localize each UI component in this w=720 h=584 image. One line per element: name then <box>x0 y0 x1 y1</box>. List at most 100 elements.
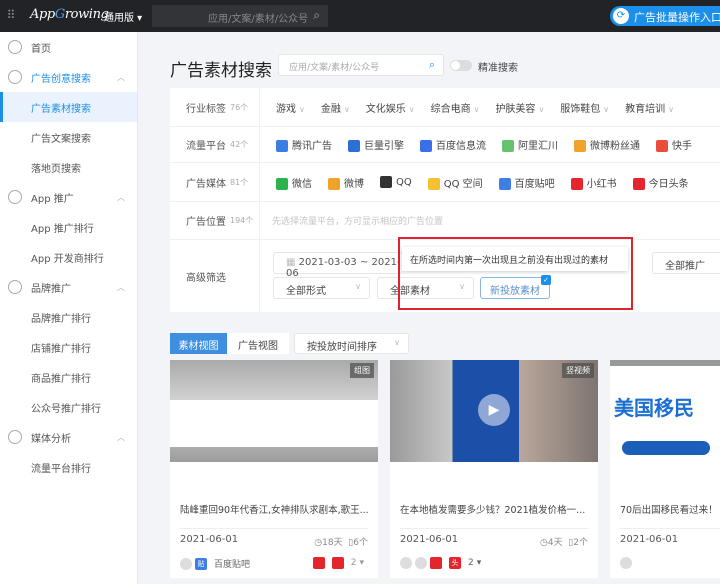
industry-row: 行业标签 76个 游戏 ∨ 金融 ∨ 文化娱乐 ∨ 综合电商 ∨ 护肤美容 ∨ 服饰鞋包 ∨ 教育培训 ∨ <box>170 88 720 127</box>
media-option[interactable]: 微博 <box>328 175 364 190</box>
platform-option[interactable]: 阿里汇川 <box>502 137 558 152</box>
material-thumbnail[interactable]: 组图 <box>170 360 378 462</box>
calendar-icon: ▦ <box>286 257 296 268</box>
option-label: 服饰鞋包 <box>560 103 601 115</box>
sidebar-item[interactable]: 店铺推广排行 <box>0 332 137 362</box>
material-card[interactable]: 美国移民 70后出国移民看过来！ 2021-06-01 <box>610 360 720 578</box>
sidebar-item-label: App 开发商排行 <box>31 253 104 265</box>
sidebar-item[interactable]: 公众号推广排行 <box>0 392 137 422</box>
option-label: 微博 <box>344 178 364 190</box>
chevron-down-icon: ∨ <box>299 104 305 114</box>
batch-label: 广告批量操作入口 <box>634 11 720 24</box>
platform-option[interactable]: 巨量引擎 <box>348 137 404 152</box>
media-row: 广告媒体 81个 微信 微博 QQ QQ 空间 百度贴吧 小红书 今日头条 <box>170 163 720 202</box>
option-label: 腾讯广告 <box>292 141 332 152</box>
chevron-up-icon[interactable]: ︿ <box>117 432 125 443</box>
sidebar-item[interactable]: 广告创意搜索 ︿ <box>0 62 137 92</box>
card-title[interactable]: 在本地植发需要多少钱？2021植发价格一... <box>400 502 588 516</box>
more-count[interactable]: 2 <box>468 558 474 568</box>
industry-option[interactable]: 教育培训 ∨ <box>625 100 674 115</box>
industry-option[interactable]: 文化娱乐 ∨ <box>366 100 415 115</box>
promo-select[interactable]: 全部推广 <box>652 252 720 274</box>
option-label: 快手 <box>672 141 692 152</box>
sidebar-item[interactable]: 广告文案搜索 <box>0 122 137 152</box>
sidebar-item-label: 广告素材搜索 <box>31 103 91 115</box>
media-icon <box>312 557 325 569</box>
apps-grid-icon[interactable]: ⠿ <box>0 8 22 22</box>
days: 4天 <box>547 538 563 548</box>
media-option[interactable]: 百度贴吧 <box>498 175 555 190</box>
card-title[interactable]: 陆峰重回90年代香江,女神排队求剧本,歌王... <box>180 502 368 516</box>
material-card[interactable]: 竖视频 ▶ 在本地植发需要多少钱？2021植发价格一... 2021-06-01 … <box>390 360 598 578</box>
chevron-down-icon: ∨ <box>668 104 675 114</box>
option-label: 微信 <box>292 178 312 190</box>
sidebar-item[interactable]: App 开发商排行 <box>0 242 137 272</box>
media-icon <box>8 430 22 444</box>
batch-operation-button[interactable]: ⟳ 广告批量操作入口 <box>610 6 720 26</box>
sort-select[interactable]: 按投放时间排序 ∨ <box>294 333 409 354</box>
industry-option[interactable]: 金融 ∨ <box>321 100 350 115</box>
option-label: 百度信息流 <box>436 141 486 152</box>
card-title[interactable]: 70后出国移民看过来！ <box>620 502 720 516</box>
option-label: 今日头条 <box>648 178 689 190</box>
media-option[interactable]: 微信 <box>276 175 312 190</box>
novel-ad-image <box>170 400 378 447</box>
tab-material-view[interactable]: 素材视图 <box>170 333 227 354</box>
sidebar-item[interactable]: 落地页搜索 <box>0 152 137 182</box>
apple-icon <box>415 557 427 569</box>
option-label: 综合电商 <box>430 103 471 115</box>
material-card[interactable]: 组图 陆峰重回90年代香江,女神排队求剧本,歌王... 2021-06-01 ◷… <box>170 360 378 578</box>
search-icon[interactable]: ⌕ <box>429 58 435 72</box>
chevron-up-icon[interactable]: ︿ <box>117 192 125 203</box>
edition-dropdown[interactable]: 通用版 ▾ <box>104 9 142 24</box>
media-option[interactable]: 小红书 <box>570 175 617 190</box>
platform-logo-icon <box>656 140 668 152</box>
form-select[interactable]: 全部形式 ∨ <box>273 277 370 299</box>
material-search-input[interactable]: 应用/文案/素材/公众号 ⌕ <box>278 54 444 76</box>
chevron-up-icon[interactable]: ︿ <box>117 282 125 293</box>
sidebar-item[interactable]: 广告素材搜索 <box>0 92 137 122</box>
position-row: 广告位置 194个 先选择流量平台，方可显示相应的广告位置 <box>170 202 720 240</box>
material-thumbnail[interactable]: 竖视频 ▶ <box>390 360 598 462</box>
label-text: 广告媒体 <box>186 178 226 190</box>
tab-ad-view[interactable]: 广告视图 <box>227 333 289 354</box>
search-icon[interactable]: ⌕ <box>313 8 320 23</box>
platform-option[interactable]: 腾讯广告 <box>276 137 332 152</box>
sidebar-item[interactable]: 首页 <box>0 32 137 62</box>
sidebar-item[interactable]: 流量平台排行 <box>0 452 137 482</box>
media-name: 百度贴吧 <box>214 560 251 570</box>
more-count[interactable]: 2 <box>351 558 357 568</box>
label-text: 流量平台 <box>186 141 226 152</box>
material-thumbnail[interactable]: 美国移民 <box>610 360 720 462</box>
option-label: 游戏 <box>276 103 296 115</box>
media-option[interactable]: 今日头条 <box>632 175 689 190</box>
platform-option[interactable]: 百度信息流 <box>420 137 486 152</box>
type-badge: 竖视频 <box>562 363 594 378</box>
date-range-picker[interactable]: ▦ 2021-03-03 ~ 2021-06 <box>273 252 403 279</box>
media-logo-icon <box>328 177 340 190</box>
precise-search-toggle[interactable] <box>450 60 472 71</box>
chevron-down-icon: ∨ <box>343 104 350 114</box>
platform-option[interactable]: 微博粉丝通 <box>574 137 640 152</box>
industry-option[interactable]: 服饰鞋包 ∨ <box>560 100 609 115</box>
industry-option[interactable]: 游戏 ∨ <box>276 100 305 115</box>
sidebar-item[interactable]: App 推广 ︿ <box>0 182 137 212</box>
industry-option[interactable]: 综合电商 ∨ <box>431 100 480 115</box>
industry-option[interactable]: 护肤美容 ∨ <box>495 100 544 115</box>
card-date: 2021-06-01 <box>400 534 459 545</box>
sidebar-item[interactable]: 商品推广排行 <box>0 362 137 392</box>
sidebar-item[interactable]: 品牌推广 ︿ <box>0 272 137 302</box>
sidebar-item[interactable]: 媒体分析 ︿ <box>0 422 137 452</box>
sidebar-item[interactable]: 品牌推广排行 <box>0 302 137 332</box>
media-logo-icon <box>632 177 645 190</box>
media-option[interactable]: QQ 空间 <box>427 175 483 190</box>
option-label: 阿里汇川 <box>518 141 558 152</box>
media-option[interactable]: QQ <box>380 176 412 188</box>
play-icon[interactable]: ▶ <box>478 394 510 426</box>
platform-option[interactable]: 快手 <box>656 137 692 152</box>
logo[interactable]: AppGrowing <box>30 7 109 22</box>
count: 6个 <box>353 538 368 548</box>
top-search-input[interactable]: 应用/文案/素材/公众号 ⌕ <box>152 5 328 27</box>
sidebar-item[interactable]: App 推广排行 <box>0 212 137 242</box>
chevron-up-icon[interactable]: ︿ <box>117 72 125 83</box>
